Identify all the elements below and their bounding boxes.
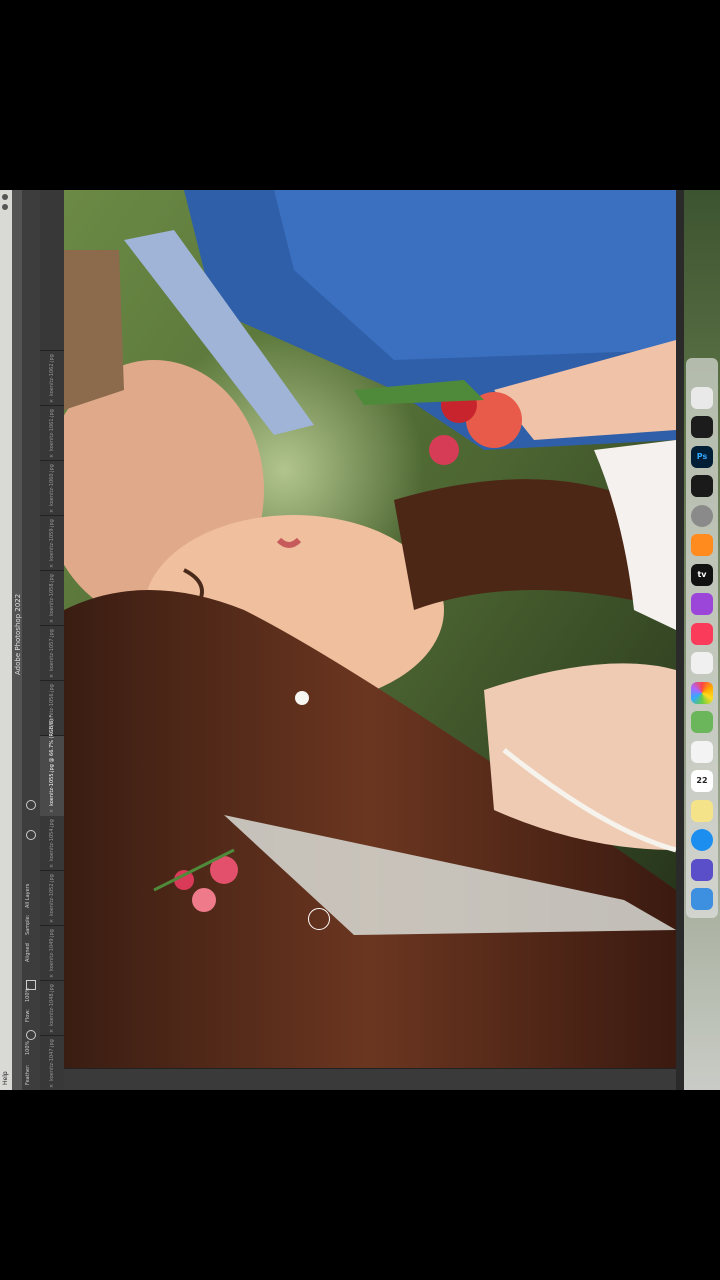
system-preferences-icon[interactable]: [691, 504, 713, 527]
safari-icon[interactable]: [691, 829, 713, 851]
option-aligned[interactable]: Aligned: [25, 943, 31, 962]
option-sample[interactable]: All Layers: [25, 884, 31, 908]
appletv-icon[interactable]: tv: [691, 563, 713, 586]
tab-label: koenitz-1048.jpg: [49, 984, 55, 1026]
tab-label: koenitz-1059.jpg: [49, 519, 55, 561]
document-tab[interactable]: × koenitz-1055.jpg @ 66.7% (RGB/8) *: [40, 715, 64, 816]
dock: 22 tv Ps: [686, 358, 718, 918]
tab-label: koenitz-1057.jpg: [49, 629, 55, 671]
document-tab[interactable]: × koenitz-1059.jpg: [40, 515, 64, 571]
canvas-scrollbar[interactable]: [64, 1068, 676, 1090]
photoshop-icon[interactable]: Ps: [691, 445, 713, 468]
tab-close-icon[interactable]: ×: [49, 1029, 55, 1033]
tab-label: koenitz-1062.jpg: [49, 354, 55, 396]
tab-close-icon[interactable]: ×: [49, 919, 55, 923]
ignore-adjustments-icon[interactable]: [26, 830, 36, 840]
option-sample-label: Sample:: [25, 914, 31, 935]
finder-icon[interactable]: [691, 888, 713, 910]
option-feather: Feather:: [25, 1064, 31, 1085]
tab-close-icon[interactable]: ×: [49, 974, 55, 978]
airbrush-icon[interactable]: [26, 1030, 36, 1040]
app-title: Adobe Photoshop 2022: [14, 593, 22, 675]
calendar-icon[interactable]: 22: [691, 770, 713, 792]
document-tab[interactable]: × koenitz-1060.jpg: [40, 460, 64, 516]
books-icon[interactable]: [691, 534, 713, 556]
tab-close-icon[interactable]: ×: [49, 1084, 55, 1088]
wedding-photo: [64, 190, 676, 1068]
music-icon[interactable]: [691, 622, 713, 645]
tab-close-icon[interactable]: ×: [49, 674, 55, 678]
tab-close-icon[interactable]: ×: [49, 454, 55, 458]
tab-label: koenitz-1047.jpg: [49, 1039, 55, 1081]
clone-brush-cursor-icon: [308, 908, 330, 930]
document-tab[interactable]: × koenitz-1047.jpg: [40, 1035, 64, 1090]
status-dot-icon: [2, 204, 8, 210]
menu-bar: Help: [0, 190, 12, 1090]
document-tab[interactable]: × koenitz-1062.jpg: [40, 350, 64, 406]
image-canvas[interactable]: [64, 190, 676, 1068]
document-tab[interactable]: × koenitz-1054.jpg: [40, 815, 64, 871]
menu-help[interactable]: Help: [2, 1071, 9, 1085]
podcasts-icon[interactable]: [691, 593, 713, 615]
document-tab[interactable]: × koenitz-1056.jpg: [40, 680, 64, 736]
tab-close-icon[interactable]: ×: [49, 509, 55, 513]
tab-close-icon[interactable]: ×: [49, 729, 55, 733]
document-tab[interactable]: × koenitz-1057.jpg: [40, 625, 64, 681]
siri-icon[interactable]: [691, 858, 713, 881]
tab-close-icon[interactable]: ×: [49, 399, 55, 403]
photos-icon[interactable]: [691, 681, 713, 704]
document-tabs: × koenitz-1047.jpg × koenitz-1048.jpg × koeni…: [40, 190, 65, 1090]
desktop-screen: Help Adobe Photoshop 2022 Feather: 100% …: [0, 190, 720, 1090]
status-dot-icon: [2, 194, 8, 200]
lightroom-icon[interactable]: [691, 475, 713, 497]
options-bar: Feather: 100% Flow: 100% Aligned Sample:…: [22, 190, 40, 1090]
trash-icon[interactable]: [691, 386, 713, 409]
notes-icon[interactable]: [691, 799, 713, 822]
tab-close-icon[interactable]: ×: [49, 864, 55, 868]
brush-angle-icon[interactable]: [26, 800, 36, 810]
document-tab[interactable]: × koenitz-1048.jpg: [40, 980, 64, 1036]
tab-label: koenitz-1060.jpg: [49, 464, 55, 506]
tab-close-icon[interactable]: ×: [49, 564, 55, 568]
document-tab[interactable]: × koenitz-1049.jpg: [40, 925, 64, 981]
tab-label: koenitz-1052.jpg: [49, 874, 55, 916]
tab-close-icon[interactable]: ×: [49, 809, 55, 813]
tab-label: koenitz-1058.jpg: [49, 574, 55, 616]
pressure-icon[interactable]: [26, 980, 36, 990]
tab-label: koenitz-1056.jpg: [49, 684, 55, 726]
activity-icon[interactable]: [691, 416, 713, 438]
tab-label: koenitz-1061.jpg: [49, 409, 55, 451]
news-icon[interactable]: [691, 652, 713, 674]
option-opacity[interactable]: 100%: [25, 1041, 31, 1055]
document-tab[interactable]: × koenitz-1058.jpg: [40, 570, 64, 626]
document-tab[interactable]: × koenitz-1061.jpg: [40, 405, 64, 461]
tab-label: koenitz-1054.jpg: [49, 819, 55, 861]
reminders-icon[interactable]: [691, 740, 713, 763]
document-tab[interactable]: × koenitz-1052.jpg: [40, 870, 64, 926]
maps-icon[interactable]: [691, 711, 713, 733]
tab-close-icon[interactable]: ×: [49, 619, 55, 623]
tab-label: koenitz-1049.jpg: [49, 929, 55, 971]
option-flow-label: Flow:: [25, 1009, 31, 1022]
